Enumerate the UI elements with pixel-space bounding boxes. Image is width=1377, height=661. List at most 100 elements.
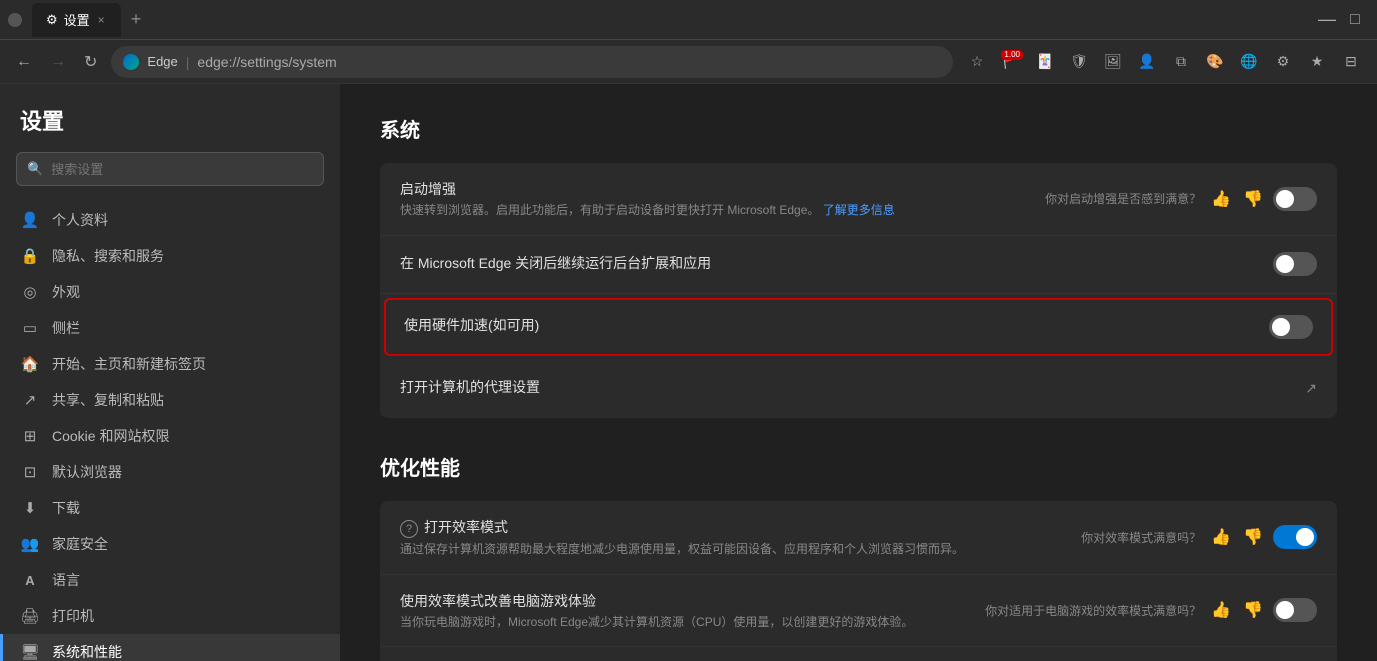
gaming-thumbdown[interactable]: 👎 bbox=[1241, 598, 1265, 622]
content-area: 系统 启动增强 快速转到浏览器。启用此功能后，有助于启动设备时更快打开 Micr… bbox=[340, 84, 1377, 661]
gaming-info: 使用效率模式改善电脑游戏体验 当你玩电脑游戏时，Microsoft Edge减少… bbox=[400, 591, 973, 631]
sidebar-item-profile[interactable]: 👤 个人资料 bbox=[0, 202, 340, 238]
proxy-actions: ↗ bbox=[1305, 380, 1317, 397]
startup-boost-row: 启动增强 快速转到浏览器。启用此功能后，有助于启动设备时更快打开 Microso… bbox=[380, 163, 1337, 236]
toolbar-icons: ☆ 🚩 1.00 🃏 🛡 🖼 👤 ⧉ 🎨 🌐 ⚙ ★ ⊟ bbox=[963, 48, 1365, 76]
hardware-accel-actions bbox=[1269, 315, 1313, 339]
startup-boost-toggle[interactable] bbox=[1273, 187, 1317, 211]
favorites-icon[interactable]: ★ bbox=[1303, 48, 1331, 76]
efficiency-mode-row: ?打开效率模式 通过保存计算机资源帮助最大程度地减少电源使用量，权益可能因设备、… bbox=[380, 501, 1337, 575]
minimize-window-button[interactable]: — bbox=[1313, 6, 1341, 34]
appearance-icon: ◎ bbox=[20, 282, 40, 302]
startup-boost-thumbup[interactable]: 👍 bbox=[1209, 187, 1233, 211]
hardware-accel-info: 使用硬件加速(如可用) bbox=[404, 315, 1257, 338]
news-badge: 1.00 bbox=[1001, 50, 1023, 60]
sidebar-item-share[interactable]: ↗ 共享、复制和粘贴 bbox=[0, 382, 340, 418]
wallet-icon[interactable]: 🃏 bbox=[1031, 48, 1059, 76]
shield-icon[interactable]: 🛡 bbox=[1065, 48, 1093, 76]
sidebar-item-printer[interactable]: 🖨 打印机 bbox=[0, 598, 340, 634]
startup-boost-thumbdown[interactable]: 👎 bbox=[1241, 187, 1265, 211]
section1-title: 系统 bbox=[380, 114, 1337, 143]
sidebar-label-downloads: 下载 bbox=[52, 498, 80, 518]
sidebar-item-cookies[interactable]: ⊞ Cookie 和网站权限 bbox=[0, 418, 340, 454]
gaming-actions: 你对适用于电脑游戏的效率模式满意吗？ 👍 👎 bbox=[985, 598, 1317, 622]
share-icon: ↗ bbox=[20, 390, 40, 410]
sidebar-item-downloads[interactable]: ⬇ 下载 bbox=[0, 490, 340, 526]
hardware-accel-toggle[interactable] bbox=[1269, 315, 1313, 339]
startup-boost-link[interactable]: 了解更多信息 bbox=[823, 203, 895, 217]
proxy-row: 打开计算机的代理设置 ↗ bbox=[380, 360, 1337, 418]
sidebar-item-language[interactable]: A 语言 bbox=[0, 562, 340, 598]
search-input[interactable] bbox=[51, 162, 313, 177]
startup-boost-feedback: 你对启动增强是否感到满意？ bbox=[1045, 190, 1201, 207]
sidebar-icon: ▭ bbox=[20, 318, 40, 338]
sidebar-item-default-browser[interactable]: ⊡ 默认浏览器 bbox=[0, 454, 340, 490]
sidebar-toggle-icon[interactable]: ⊟ bbox=[1337, 48, 1365, 76]
browser-titlebar: ⚙ 设置 × + — □ bbox=[0, 0, 1377, 40]
home-icon: 🏠 bbox=[20, 354, 40, 374]
sidebar-item-new-tab[interactable]: 🏠 开始、主页和新建标签页 bbox=[0, 346, 340, 382]
sidebar-label-share: 共享、复制和粘贴 bbox=[52, 390, 164, 410]
minimize-button[interactable] bbox=[8, 13, 22, 27]
proxy-info: 打开计算机的代理设置 bbox=[400, 377, 1293, 400]
settings-gear-icon[interactable]: ⚙ bbox=[1269, 48, 1297, 76]
tab-icon: ⚙ bbox=[46, 12, 58, 28]
maximize-window-button[interactable]: □ bbox=[1341, 6, 1369, 34]
edge-logo-icon bbox=[123, 54, 139, 70]
globe-icon[interactable]: 🌐 bbox=[1235, 48, 1263, 76]
color-icon[interactable]: 🎨 bbox=[1201, 48, 1229, 76]
window-controls bbox=[8, 13, 22, 27]
sidebar-label-sidebar: 侧栏 bbox=[52, 318, 80, 338]
address-bar: ← → ↻ Edge | edge://settings/system ☆ 🚩 … bbox=[0, 40, 1377, 84]
run-after-close-label: 在 Microsoft Edge 关闭后继续运行后台扩展和应用 bbox=[400, 253, 1261, 273]
efficiency-mode-feedback: 你对效率模式满意吗？ bbox=[1081, 529, 1201, 546]
address-brand: Edge bbox=[147, 54, 177, 69]
sidebar-label-privacy: 隐私、搜索和服务 bbox=[52, 246, 164, 266]
sidebar-title: 设置 bbox=[0, 104, 340, 152]
back-button[interactable]: ← bbox=[12, 49, 36, 75]
efficiency-help-icon: ? bbox=[400, 520, 418, 538]
startup-boost-desc: 快速转到浏览器。启用此功能后，有助于启动设备时更快打开 Microsoft Ed… bbox=[400, 202, 1033, 219]
lock-icon: 🔒 bbox=[20, 246, 40, 266]
layers-icon[interactable]: ⧉ bbox=[1167, 48, 1195, 76]
address-url: edge://settings/system bbox=[197, 54, 336, 70]
hardware-accel-row: 使用硬件加速(如可用) bbox=[384, 298, 1333, 356]
main-layout: 设置 🔍 👤 个人资料 🔒 隐私、搜索和服务 ◎ 外观 ▭ 侧栏 🏠 开始、主页… bbox=[0, 84, 1377, 661]
bookmark-icon[interactable]: ☆ bbox=[963, 48, 991, 76]
sidebar-label-language: 语言 bbox=[52, 570, 80, 590]
efficiency-mode-toggle[interactable] bbox=[1273, 525, 1317, 549]
gaming-thumbup[interactable]: 👍 bbox=[1209, 598, 1233, 622]
account-icon[interactable]: 👤 bbox=[1133, 48, 1161, 76]
new-tab-button[interactable]: + bbox=[125, 9, 148, 30]
sidebar-item-family[interactable]: 👥 家庭安全 bbox=[0, 526, 340, 562]
proxy-label: 打开计算机的代理设置 bbox=[400, 377, 1293, 397]
news-flag-icon[interactable]: 🚩 1.00 bbox=[997, 48, 1025, 76]
sidebar-label-system: 系统和性能 bbox=[52, 642, 122, 661]
gaming-toggle[interactable] bbox=[1273, 598, 1317, 622]
gaming-row: 使用效率模式改善电脑游戏体验 当你玩电脑游戏时，Microsoft Edge减少… bbox=[380, 575, 1337, 648]
run-after-close-toggle[interactable] bbox=[1273, 252, 1317, 276]
external-link-icon[interactable]: ↗ bbox=[1305, 380, 1317, 397]
settings-tab[interactable]: ⚙ 设置 × bbox=[32, 3, 121, 37]
sidebar-label-new-tab: 开始、主页和新建标签页 bbox=[52, 354, 206, 374]
sleeping-tabs-row: 使用标签页休眠功能节约资源 对睡眠标签页满意吗？ 👍 👎 bbox=[380, 647, 1337, 661]
sidebar-item-system[interactable]: 🖥 系统和性能 bbox=[0, 634, 340, 661]
sidebar-item-sidebar[interactable]: ▭ 侧栏 bbox=[0, 310, 340, 346]
run-after-close-row: 在 Microsoft Edge 关闭后继续运行后台扩展和应用 bbox=[380, 236, 1337, 294]
cookies-icon: ⊞ bbox=[20, 426, 40, 446]
efficiency-thumbup[interactable]: 👍 bbox=[1209, 525, 1233, 549]
tab-close-button[interactable]: × bbox=[96, 11, 107, 29]
search-box[interactable]: 🔍 bbox=[16, 152, 324, 186]
efficiency-mode-info: ?打开效率模式 通过保存计算机资源帮助最大程度地减少电源使用量，权益可能因设备、… bbox=[400, 517, 1069, 558]
images-icon[interactable]: 🖼 bbox=[1099, 48, 1127, 76]
efficiency-thumbdown[interactable]: 👎 bbox=[1241, 525, 1265, 549]
address-input[interactable]: Edge | edge://settings/system bbox=[111, 46, 953, 78]
sidebar-item-appearance[interactable]: ◎ 外观 bbox=[0, 274, 340, 310]
printer-icon: 🖨 bbox=[20, 606, 40, 626]
forward-button[interactable]: → bbox=[46, 49, 70, 75]
sidebar-item-privacy[interactable]: 🔒 隐私、搜索和服务 bbox=[0, 238, 340, 274]
efficiency-mode-actions: 你对效率模式满意吗？ 👍 👎 bbox=[1081, 525, 1317, 549]
startup-boost-actions: 你对启动增强是否感到满意？ 👍 👎 bbox=[1045, 187, 1317, 211]
run-after-close-info: 在 Microsoft Edge 关闭后继续运行后台扩展和应用 bbox=[400, 253, 1261, 276]
refresh-button[interactable]: ↻ bbox=[80, 48, 101, 76]
